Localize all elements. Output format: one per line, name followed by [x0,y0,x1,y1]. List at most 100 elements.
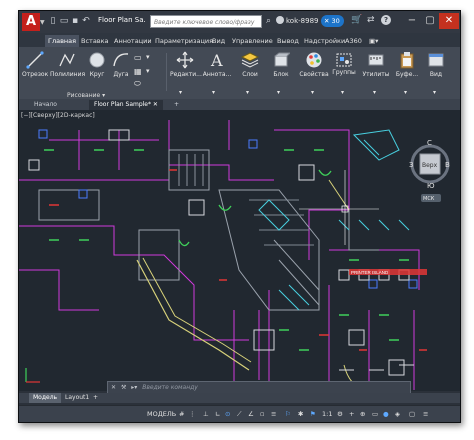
line-tool-label: Отрезок [22,71,49,78]
add-layout-button[interactable]: + [89,393,102,403]
groups-expand-icon[interactable]: ▾ [341,89,344,96]
annotation-panel-button[interactable]: A Аннота... [202,51,232,78]
isodraft-icon[interactable]: ⟋ [237,409,242,420]
tab-insert[interactable]: Вставка [81,35,109,47]
save-icon[interactable]: ▪ [70,16,80,26]
line-tool-button[interactable]: Отрезок [22,51,48,78]
draw-panel-label[interactable]: Рисование ▾ [67,92,105,99]
text-icon: A [210,51,223,69]
circle-tool-label: Круг [89,71,105,78]
draw-more-1-icon[interactable]: ▾ [146,53,150,61]
new-tab-button[interactable]: + [169,100,184,110]
command-input[interactable]: Введите команду [142,384,198,391]
polyline-icon [59,53,75,67]
compass-south[interactable]: Ю [427,182,435,190]
tab-parametric[interactable]: Параметризация [155,35,213,47]
minimize-button[interactable]: − [403,13,421,29]
polyline-tool-button[interactable]: Полилиния [50,51,85,78]
groups-panel-button[interactable]: Группы [331,53,357,76]
grid-icon[interactable]: # [179,409,184,420]
annotation-scale-icon[interactable]: ⚐ [285,409,291,420]
ortho-icon[interactable]: ∟ [215,409,220,420]
properties-expand-icon[interactable]: ▾ [311,89,314,96]
close-button[interactable]: ✕ [439,13,459,29]
lineweight-icon[interactable]: ≡ [271,409,276,420]
tab-manage[interactable]: Управление [232,35,273,47]
hatch-tool-icon[interactable]: ▦ [134,67,142,76]
clean-screen-icon[interactable]: ▢ [409,409,415,420]
isolate-objects-icon[interactable]: ● [383,409,389,420]
search-icon[interactable]: ⌕ [266,16,271,26]
search-input[interactable]: Введите ключевое слово/фразу [150,15,262,28]
palette-icon [306,52,322,68]
block-expand-icon[interactable]: ▾ [277,89,280,96]
quick-properties-icon[interactable]: ▭ [372,409,378,420]
compass-east[interactable]: В [445,161,450,169]
ellipse-tool-icon[interactable]: ⬭ [134,79,141,89]
rectangle-tool-icon[interactable]: ▭ [134,53,142,62]
modify-panel-button[interactable]: Редакти... [170,51,202,78]
draw-more-2-icon[interactable]: ▾ [146,67,150,75]
autoscale-icon[interactable]: ⚑ [310,409,316,420]
layers-expand-icon[interactable]: ▾ [246,89,249,96]
scale-menu[interactable]: 1:1 [322,409,332,420]
tab-a360[interactable]: A360 [345,35,362,47]
user-account[interactable]: kok-8989 [276,15,326,28]
ucs-icon [25,368,40,383]
arc-tool-button[interactable]: Дуга [110,51,132,78]
help-icon[interactable]: ? [381,15,391,25]
undo-icon[interactable]: ↶ [81,16,91,26]
store-icon[interactable]: 🛒 [351,15,362,25]
hardware-acceleration-icon[interactable]: ◈ [395,409,400,420]
block-panel-button[interactable]: Блок [268,51,294,78]
snap-icon[interactable]: ⋮ [189,409,196,420]
customization-icon[interactable]: ≡ [423,409,428,420]
tab-model[interactable]: Модель [29,393,62,403]
modify-expand-icon[interactable]: ▾ [179,89,182,96]
tab-annotate[interactable]: Аннотации [114,35,152,47]
open-file-icon[interactable]: ▭ [59,16,69,26]
units-icon[interactable]: ⊕ [360,409,365,420]
object-snap-icon[interactable]: ▫ [260,409,264,420]
layers-panel-button[interactable]: Слои [237,51,263,78]
command-close-icon[interactable]: ✕ [111,384,116,391]
annotation-visibility-icon[interactable]: ✱ [298,409,303,420]
view-panel-button[interactable]: Вид [424,51,448,78]
view-icon [428,53,444,67]
polar-tracking-icon[interactable]: ⊙ [225,409,230,420]
annotation-expand-icon[interactable]: ▾ [212,89,215,96]
app-menu-dropdown-icon[interactable]: ▼ [40,19,45,26]
ribbon-toggle-icon[interactable]: ▣▾ [369,35,378,47]
drawing-area[interactable]: [−][Сверху][2D-каркас] PRINTER ISLAND Ве… [19,110,460,391]
clipboard-panel-button[interactable]: Буфе... [393,51,421,78]
viewcube-top-face[interactable]: Верх [422,162,438,169]
room-tag: PRINTER ISLAND [351,270,389,275]
maximize-button[interactable]: ▢ [421,13,439,29]
tab-output[interactable]: Вывод [277,35,299,47]
infer-constraints-icon[interactable]: ⊥ [203,409,209,420]
object-snap-tracking-icon[interactable]: ∠ [248,409,254,420]
workspace-gear-icon[interactable]: ⚙ [337,409,343,420]
annotation-monitor-button[interactable]: + [349,409,354,420]
tab-view[interactable]: Вид [212,35,225,47]
circle-tool-button[interactable]: Круг [86,51,108,78]
tab-addins[interactable]: Надстройки [304,35,345,47]
notifications-badge[interactable]: ✕ 30 [321,15,344,27]
exchange-icon[interactable]: ⇄ [367,15,375,25]
command-settings-icon[interactable]: ⚒ [121,384,126,391]
utilities-panel-button[interactable]: Утилиты [361,51,391,78]
tab-home[interactable]: Главная [45,35,80,47]
viewcube[interactable]: Верх С Ю З В МСК [409,138,451,208]
ucs-menu[interactable]: МСК [423,196,435,202]
new-file-icon[interactable]: ▯ [48,16,58,26]
model-space-toggle[interactable]: МОДЕЛЬ [147,409,176,420]
clipboard-expand-icon[interactable]: ▾ [404,89,407,96]
tab-start[interactable]: Начало [29,100,62,110]
application-menu-button[interactable]: A [22,13,40,31]
tab-floor-plan[interactable]: Floor Plan Sample* ✕ [89,100,163,110]
compass-west[interactable]: З [409,161,414,169]
properties-panel-button[interactable]: Свойства [299,51,329,78]
view-expand-icon[interactable]: ▾ [433,89,436,96]
compass-north[interactable]: С [427,139,432,147]
utilities-expand-icon[interactable]: ▾ [373,89,376,96]
